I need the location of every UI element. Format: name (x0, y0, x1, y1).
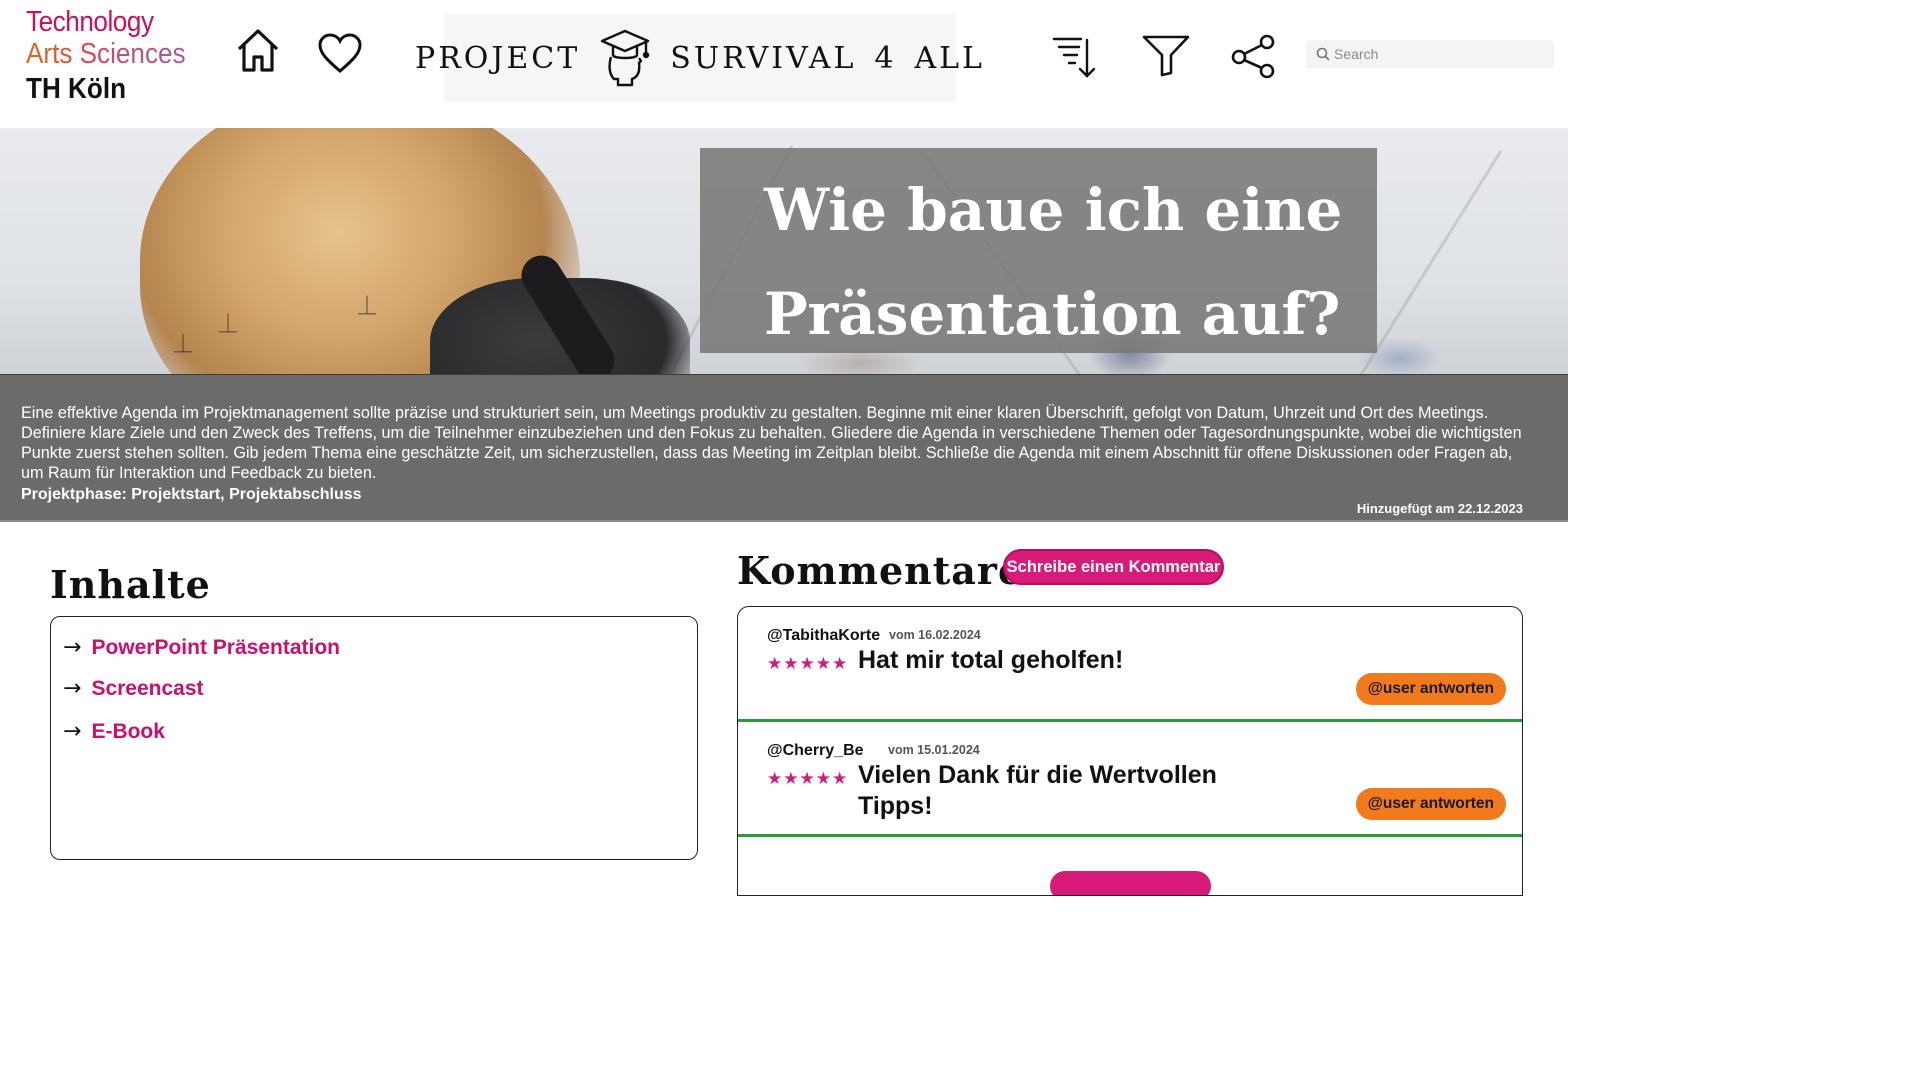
project-phase: Projektphase: Projektstart, Projektabsch… (21, 486, 362, 503)
load-more-comments-button[interactable] (1050, 871, 1211, 895)
search-input[interactable] (1334, 46, 1544, 62)
logo-line-technology: Technology (26, 6, 154, 38)
sparkle-mark-icon: ⏊ (219, 314, 237, 335)
page-title: Wie baue ich eine Präsentation auf? (764, 176, 1343, 348)
sparkle-mark-icon: ⏊ (358, 296, 376, 317)
contents-box: → PowerPoint Präsentation → Screencast →… (50, 616, 698, 860)
site-header: Technology Arts Sciences TH Köln PROJECT… (0, 0, 1568, 128)
reply-button[interactable]: @user antworten (1355, 788, 1506, 820)
search-box[interactable] (1306, 40, 1554, 68)
rating-stars: ★★★★★ (767, 769, 849, 789)
comment-item: @TabithaKorte vom 16.02.2024 ★★★★★ Hat m… (738, 607, 1522, 722)
brand-word-4: 4 (874, 40, 897, 76)
brand-word-all: ALL (914, 40, 985, 76)
sort-descending-icon[interactable] (1050, 34, 1098, 80)
arrow-right-icon: → (63, 676, 82, 701)
search-icon (1316, 47, 1330, 61)
content-link-label[interactable]: PowerPoint Präsentation (91, 636, 340, 660)
comment-text: Hat mir total geholfen! (858, 646, 1124, 674)
share-icon[interactable] (1227, 32, 1279, 80)
comment-username[interactable]: @Cherry_Be (767, 742, 864, 760)
comments-heading: Kommentare (737, 548, 1024, 593)
write-comment-button[interactable]: Schreibe einen Kommentar (1003, 549, 1224, 585)
reply-button[interactable]: @user antworten (1355, 673, 1506, 705)
th-koeln-logo[interactable]: Technology Arts Sciences TH Köln (26, 6, 203, 106)
rating-stars: ★★★★★ (767, 654, 849, 674)
graduate-head-icon (598, 27, 652, 89)
arrow-right-icon: → (63, 635, 82, 660)
comment-date: vom 15.01.2024 (888, 743, 980, 757)
description-text: Eine effektive Agenda im Projektmanageme… (21, 404, 1522, 482)
content-link-label[interactable]: Screencast (91, 677, 203, 701)
brand-word-project: PROJECT (415, 40, 581, 76)
heart-icon[interactable] (316, 30, 364, 76)
home-icon[interactable] (234, 26, 282, 74)
description-band: Eine effektive Agenda im Projektmanageme… (0, 374, 1568, 522)
content-link-powerpoint[interactable]: → PowerPoint Präsentation (63, 635, 340, 660)
project-survival-brand[interactable]: PROJECT SURVIVAL 4 ALL (415, 14, 982, 102)
brand-word-survival: SURVIVAL (670, 40, 857, 76)
comment-item: @Cherry_Be vom 15.01.2024 ★★★★★ Vielen D… (738, 722, 1522, 837)
content-link-label[interactable]: E-Book (91, 720, 165, 744)
comment-date: vom 16.02.2024 (889, 628, 981, 642)
sparkle-mark-icon: ⏊ (174, 334, 192, 355)
comments-list: @TabithaKorte vom 16.02.2024 ★★★★★ Hat m… (737, 606, 1523, 896)
comment-username[interactable]: @TabithaKorte (767, 627, 880, 645)
added-date: Hinzugefügt am 22.12.2023 (1356, 501, 1523, 516)
filter-icon[interactable] (1140, 32, 1192, 78)
arrow-right-icon: → (63, 719, 82, 744)
comment-text: Vielen Dank für die Wertvollen Tipps! (858, 761, 1217, 820)
content-link-screencast[interactable]: → Screencast (63, 676, 204, 701)
contents-heading: Inhalte (50, 562, 211, 607)
logo-line-th-koeln: TH Köln (26, 73, 127, 105)
logo-line-arts-sciences: Arts Sciences (26, 38, 186, 70)
content-link-ebook[interactable]: → E-Book (63, 719, 165, 744)
hero-banner: ⏊ ⏊ ⏊ Wie baue ich eine Präsentation auf… (0, 128, 1568, 374)
